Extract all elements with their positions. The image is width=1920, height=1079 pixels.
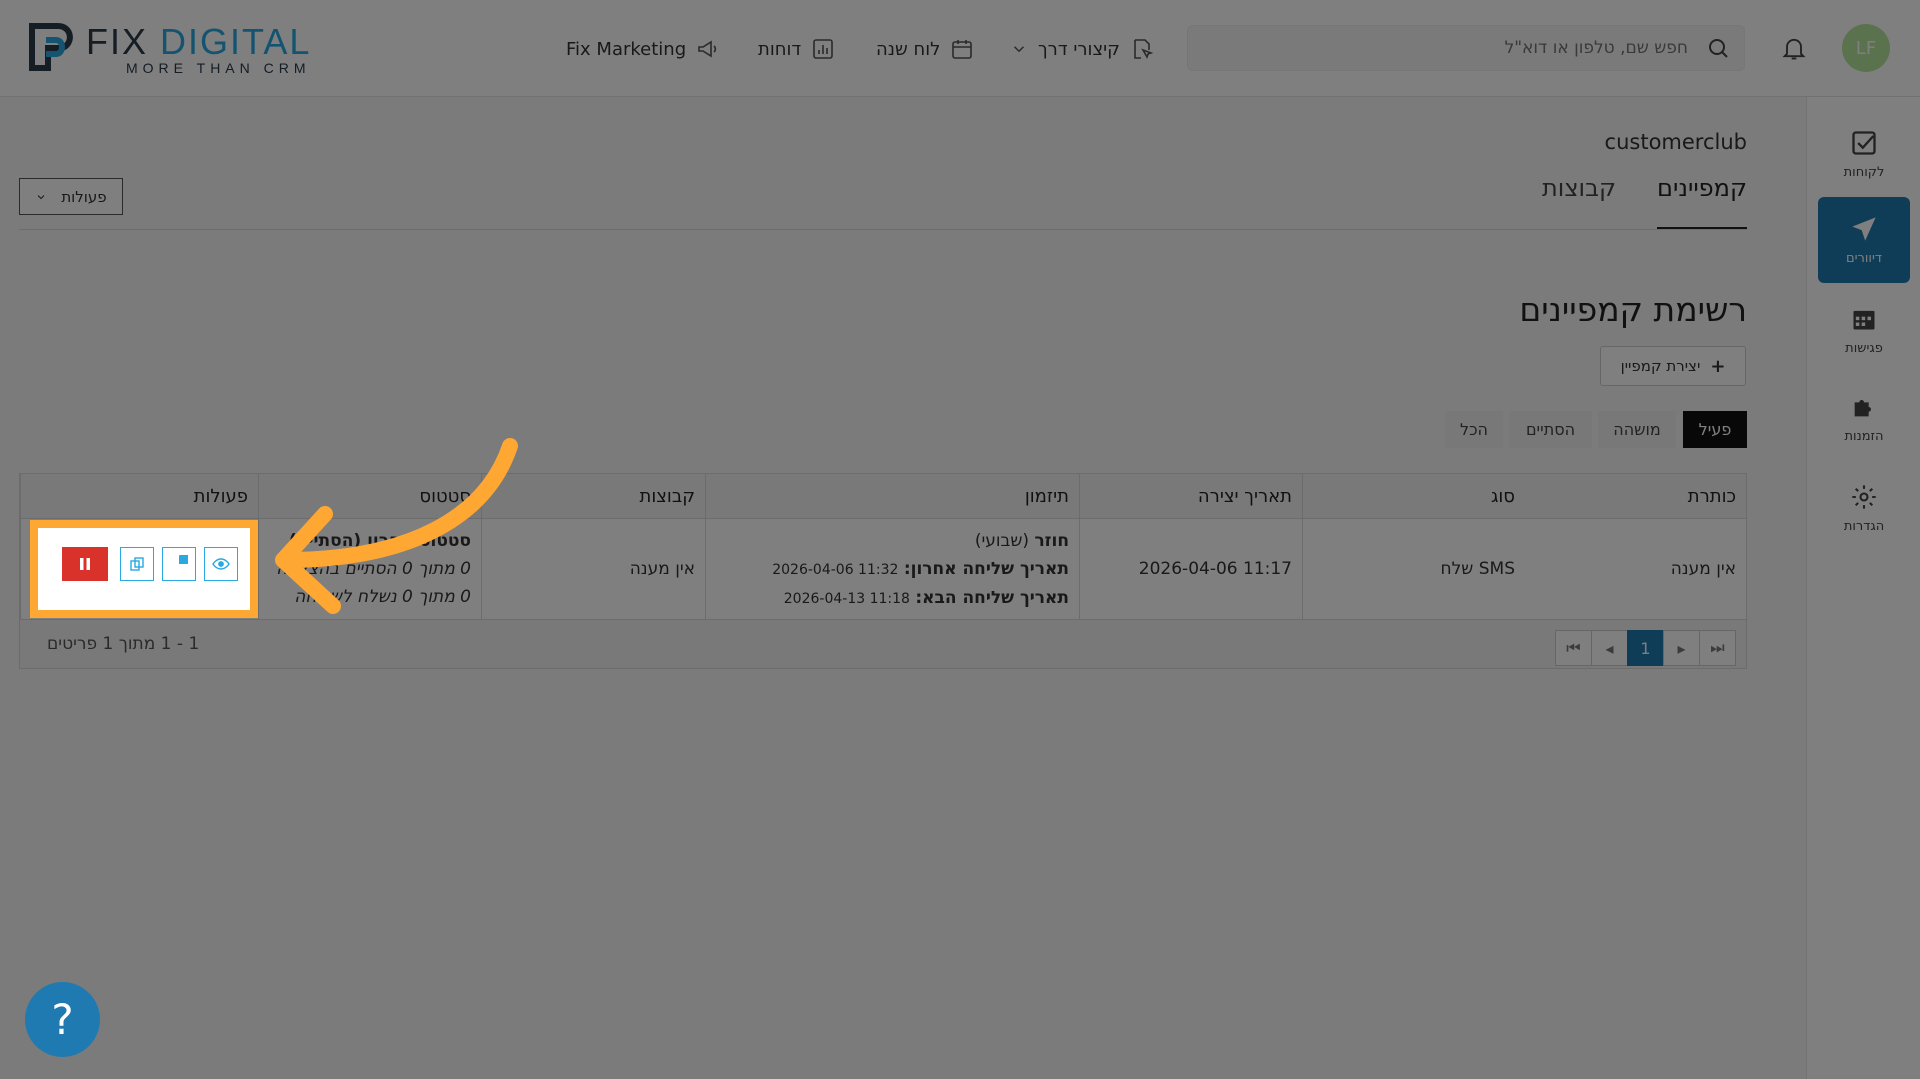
stats-button[interactable] — [162, 547, 196, 581]
copy-icon — [130, 557, 144, 571]
view-button[interactable] — [204, 547, 238, 581]
pause-button[interactable] — [62, 547, 108, 581]
eye-icon — [212, 558, 230, 570]
tutorial-arrow-icon — [275, 438, 518, 614]
help-button[interactable]: ? — [25, 982, 100, 1057]
pause-icon — [80, 558, 90, 570]
row-actions — [62, 547, 238, 581]
pie-chart-icon — [179, 555, 188, 564]
duplicate-button[interactable] — [120, 547, 154, 581]
